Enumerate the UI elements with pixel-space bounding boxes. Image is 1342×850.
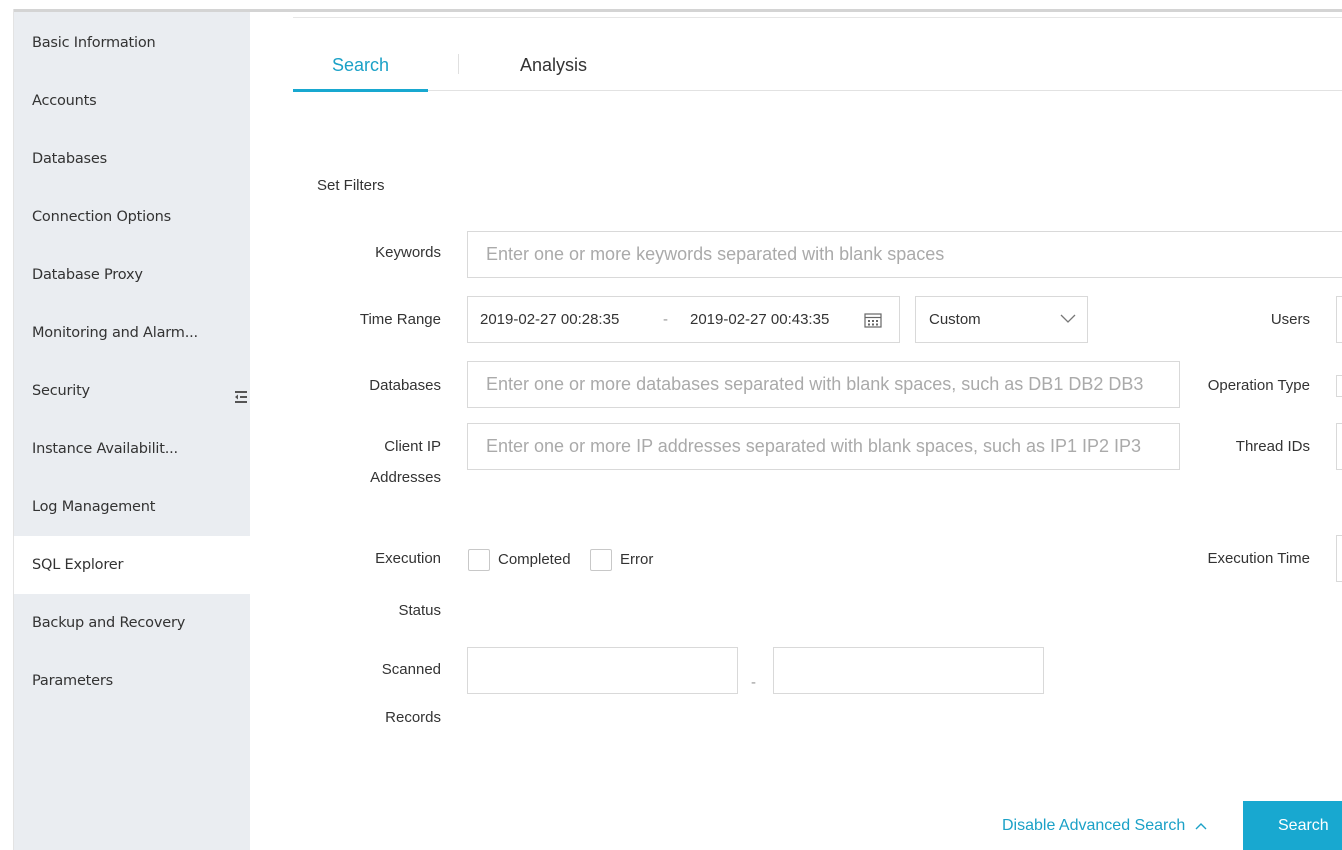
time-preset-value: Custom bbox=[929, 311, 981, 328]
sidebar-item-basic-information[interactable]: Basic Information bbox=[14, 14, 250, 72]
time-preset-select[interactable]: Custom bbox=[915, 296, 1088, 343]
sidebar-item-databases[interactable]: Databases bbox=[14, 130, 250, 188]
sidebar-item-log-management[interactable]: Log Management bbox=[14, 478, 250, 536]
scanned-records-max-input[interactable] bbox=[773, 647, 1044, 694]
time-range-picker[interactable]: 2019-02-27 00:28:35 - 2019-02-27 00:43:3… bbox=[467, 296, 900, 343]
tab-bar: Search Analysis bbox=[293, 40, 1342, 92]
users-input[interactable] bbox=[1336, 296, 1342, 343]
chevron-up-icon bbox=[1195, 823, 1207, 830]
disable-advanced-search-label: Disable Advanced Search bbox=[1002, 817, 1186, 834]
databases-input[interactable]: Enter one or more databases separated wi… bbox=[467, 361, 1180, 408]
disable-advanced-search-link[interactable]: Disable Advanced Search bbox=[1002, 817, 1207, 835]
thread-ids-input[interactable] bbox=[1336, 423, 1342, 470]
range-separator: - bbox=[663, 311, 668, 328]
client-ip-label-2: Addresses bbox=[370, 469, 441, 486]
sidebar-item-label: Monitoring and Alarm... bbox=[32, 325, 198, 341]
scanned-records-min-input[interactable] bbox=[467, 647, 738, 694]
sidebar-item-monitoring-and-alarms[interactable]: Monitoring and Alarm... bbox=[14, 304, 250, 362]
sidebar-item-backup-and-recovery[interactable]: Backup and Recovery bbox=[14, 594, 250, 652]
operation-type-checkbox[interactable] bbox=[1336, 375, 1342, 397]
keywords-input[interactable]: Enter one or more keywords separated wit… bbox=[467, 231, 1342, 278]
calendar-icon[interactable] bbox=[864, 312, 882, 328]
sidebar-item-sql-explorer[interactable]: SQL Explorer bbox=[14, 536, 250, 594]
users-label: Users bbox=[1270, 311, 1310, 328]
console-frame: Basic Information Accounts Databases Con… bbox=[0, 0, 1342, 850]
sidebar-item-accounts[interactable]: Accounts bbox=[14, 72, 250, 130]
completed-checkbox[interactable] bbox=[468, 549, 490, 571]
sidebar-item-label: Basic Information bbox=[32, 35, 156, 51]
sidebar-item-parameters[interactable]: Parameters bbox=[14, 652, 250, 710]
sidebar-item-security[interactable]: Security bbox=[14, 362, 250, 420]
sidebar-collapse-toggle[interactable] bbox=[230, 365, 252, 429]
sidebar-item-label: Security bbox=[32, 383, 90, 399]
sidebar-item-label: Backup and Recovery bbox=[32, 615, 186, 631]
sidebar-item-database-proxy[interactable]: Database Proxy bbox=[14, 246, 250, 304]
execution-status-label-2: Status bbox=[398, 602, 441, 619]
left-edge bbox=[0, 9, 14, 850]
completed-label: Completed bbox=[498, 551, 571, 568]
search-button[interactable]: Search bbox=[1243, 801, 1342, 850]
sidebar-item-label: Databases bbox=[32, 151, 107, 167]
scanned-records-label: Scanned bbox=[381, 661, 441, 678]
execution-status-label: Execution bbox=[375, 550, 441, 567]
sidebar-item-label: Connection Options bbox=[32, 209, 171, 225]
chevron-down-icon bbox=[1060, 314, 1076, 323]
error-checkbox[interactable] bbox=[590, 549, 612, 571]
divider bbox=[293, 17, 1342, 18]
sidebar-item-label: Accounts bbox=[32, 93, 97, 109]
sidebar-item-label: Parameters bbox=[32, 673, 113, 689]
execution-time-input[interactable] bbox=[1336, 535, 1342, 582]
collapse-menu-icon bbox=[235, 391, 247, 403]
operation-type-label: Operation Type bbox=[1207, 377, 1310, 394]
time-range-label: Time Range bbox=[359, 311, 441, 328]
keywords-label: Keywords bbox=[375, 244, 441, 261]
end-time: 2019-02-27 00:43:35 bbox=[690, 311, 830, 328]
client-ip-label: Client IP bbox=[384, 438, 441, 455]
error-label: Error bbox=[620, 551, 654, 568]
main-content: Search Analysis Set Filters Keywords Ent… bbox=[250, 12, 1342, 850]
client-ip-input[interactable]: Enter one or more IP addresses separated… bbox=[467, 423, 1180, 470]
tab-divider bbox=[458, 54, 459, 74]
sidebar: Basic Information Accounts Databases Con… bbox=[14, 12, 250, 850]
tab-analysis[interactable]: Analysis bbox=[508, 40, 599, 91]
start-time: 2019-02-27 00:28:35 bbox=[480, 311, 620, 328]
databases-label: Databases bbox=[369, 377, 441, 394]
tab-search[interactable]: Search bbox=[293, 40, 428, 92]
scanned-records-separator: - bbox=[751, 674, 756, 691]
sidebar-item-instance-availability[interactable]: Instance Availabilit... bbox=[14, 420, 250, 478]
sidebar-item-label: Database Proxy bbox=[32, 267, 143, 283]
section-title: Set Filters bbox=[317, 177, 385, 194]
scanned-records-label-2: Records bbox=[385, 709, 441, 726]
sidebar-item-connection-options[interactable]: Connection Options bbox=[14, 188, 250, 246]
sidebar-item-label: Instance Availabilit... bbox=[32, 441, 178, 457]
sidebar-item-label: SQL Explorer bbox=[32, 557, 124, 573]
thread-ids-label: Thread IDs bbox=[1235, 438, 1310, 455]
execution-time-label: Execution Time bbox=[1207, 550, 1310, 567]
sidebar-item-label: Log Management bbox=[32, 499, 156, 515]
